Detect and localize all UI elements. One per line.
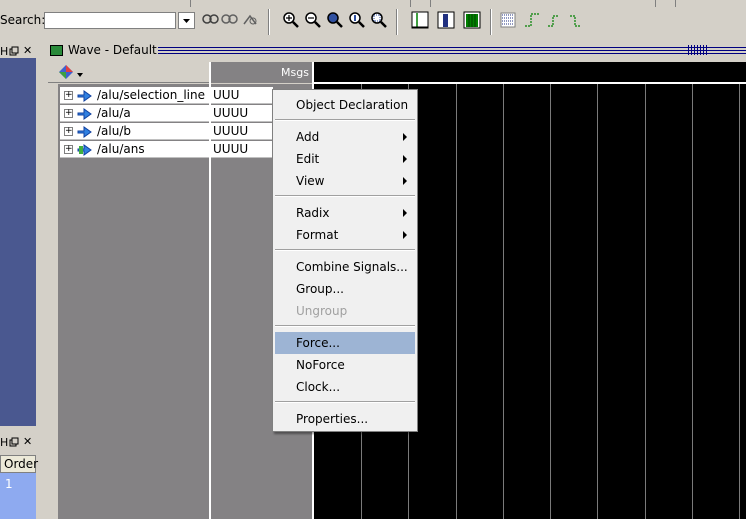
menu-item-clock[interactable]: Clock... [275,376,415,398]
search-label: Search: [0,13,46,27]
signal-name: /alu/b [97,124,131,138]
expand-icon[interactable]: + [64,127,73,136]
chevron-down-icon [183,19,190,23]
menu-item-force[interactable]: Force... [275,332,415,354]
dock-icon[interactable]: H [0,437,8,448]
menu-item-ungroup: Ungroup [296,304,348,318]
row-number[interactable]: 1 [5,477,13,491]
menu-separator [275,119,415,121]
zoom-out-icon[interactable] [303,10,323,30]
menu-item-combine-signals[interactable]: Combine Signals... [275,256,415,278]
signal-value[interactable]: UUUU [211,123,273,140]
grip-icon[interactable] [688,45,708,55]
signal-arrow-icon [77,90,92,102]
grid-line [550,84,551,519]
menu-item-edit[interactable]: Edit [275,148,415,170]
zoom-full-icon[interactable] [325,10,345,30]
signal-value[interactable]: UUUU [211,141,273,158]
grid-line [645,84,646,519]
context-menu: Object Declaration Add Edit View Radix F… [272,89,418,432]
signal-row[interactable]: + /alu/ans [60,141,209,158]
close-icon[interactable]: ✕ [23,45,32,56]
msgs-header: Msgs [281,66,309,79]
zoom-in-icon[interactable] [281,10,301,30]
signal-arrow-icon [77,126,92,138]
menu-item-label: Format [296,228,339,242]
signal-row[interactable]: + /alu/b [60,123,209,140]
wave-window-title: Wave - Default [68,43,157,57]
menu-item-noforce[interactable]: NoForce [275,354,415,376]
expand-icon[interactable]: + [64,109,73,118]
delete-cursor-icon[interactable] [436,10,456,30]
menu-separator [275,401,415,403]
order-column-label: Order [4,457,39,471]
wave-window-icon [50,45,63,56]
grid-line [739,84,740,519]
find-next-icon[interactable] [219,10,239,30]
chevron-down-icon[interactable] [76,68,84,82]
menu-separator [275,325,415,327]
menu-item-add[interactable]: Add [275,126,415,148]
menu-item-object-declaration[interactable]: Object Declaration [275,94,415,116]
grid-line [456,84,457,519]
menu-item-group[interactable]: Group... [275,278,415,300]
grid-line [692,84,693,519]
signal-row[interactable]: + /alu/selection_line [60,87,209,104]
menu-separator [275,195,415,197]
grid-line [503,84,504,519]
signal-value[interactable]: UUU [211,87,273,104]
submenu-arrow-icon [403,155,407,163]
menu-item-label: Edit [296,152,320,166]
lock-cursor-icon[interactable] [462,10,482,30]
wave-edit-icon[interactable] [498,10,518,30]
signal-name: /alu/selection_line [97,88,205,102]
title-grip [158,47,746,54]
grid-line [597,84,598,519]
zoom-cursor-icon[interactable] [347,10,367,30]
insert-cursor-icon[interactable] [410,10,430,30]
search-dropdown-button[interactable] [178,12,195,29]
signal-name: /alu/ans [97,142,145,156]
zoom-region-icon[interactable] [369,10,389,30]
menu-item-view[interactable]: View [275,170,415,192]
find-previous-icon[interactable] [240,10,260,30]
left-panel[interactable] [0,58,36,426]
dock-icon[interactable]: H [0,46,8,57]
submenu-arrow-icon [403,133,407,141]
menu-separator [275,249,415,251]
signal-arrow-icon [77,108,92,120]
expand-icon[interactable]: + [64,145,73,154]
submenu-arrow-icon [403,177,407,185]
undock-icon[interactable] [9,437,19,449]
signal-name: /alu/a [97,106,131,120]
signal-output-icon [77,144,92,156]
submenu-arrow-icon [403,231,407,239]
signal-value[interactable]: UUUU [211,105,273,122]
waveform-header-line [314,82,746,84]
find-icon[interactable] [200,10,220,30]
signal-row[interactable]: + /alu/a [60,105,209,122]
undock-icon[interactable] [9,46,19,58]
wave-rise-icon[interactable] [545,10,565,30]
expand-icon[interactable]: + [64,91,73,100]
menu-item-properties[interactable]: Properties... [275,408,415,430]
menu-item-label: Radix [296,206,330,220]
menu-item-radix[interactable]: Radix [275,202,415,224]
menu-item-label: Add [296,130,320,144]
search-input[interactable] [44,12,176,29]
menu-item-label: View [296,174,325,188]
close-icon[interactable]: ✕ [23,436,32,447]
menu-item-format[interactable]: Format [275,224,415,246]
signal-menu-icon[interactable] [58,64,74,80]
wave-step-icon[interactable] [522,10,542,30]
submenu-arrow-icon [403,209,407,217]
wave-fall-icon[interactable] [567,10,587,30]
